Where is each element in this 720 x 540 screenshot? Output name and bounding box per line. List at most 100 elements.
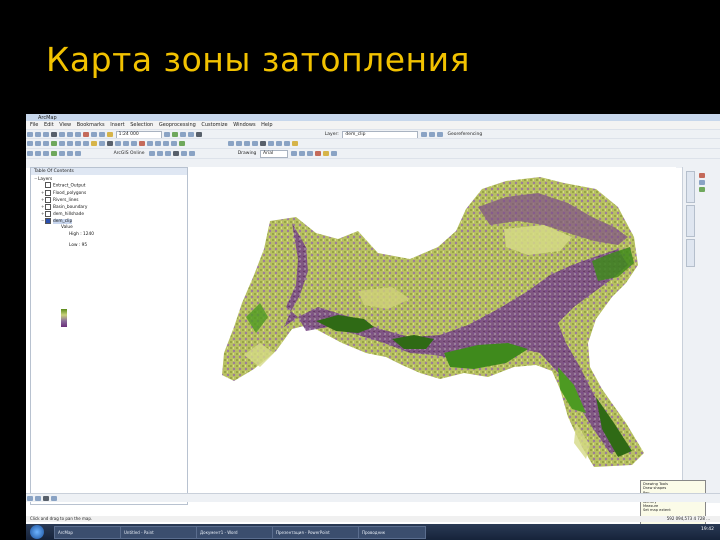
- toc-layer-item[interactable]: + Flood_polygons: [31, 189, 187, 196]
- fixed-zoom-out-icon[interactable]: [67, 141, 73, 146]
- toc-layer-item[interactable]: Extract_Output: [31, 182, 187, 189]
- menu-view[interactable]: View: [59, 121, 71, 129]
- font-color-icon[interactable]: [314, 151, 321, 156]
- raster-icon[interactable]: [51, 151, 57, 156]
- spatial-adjust-icon[interactable]: [27, 151, 33, 156]
- toc-layer-item[interactable]: + Basin_boundary: [31, 203, 187, 210]
- flicker-icon[interactable]: [181, 151, 188, 156]
- font-dropdown[interactable]: Arial: [260, 150, 289, 158]
- globe-icon[interactable]: [149, 151, 156, 156]
- editor-tool-icon[interactable]: [227, 141, 234, 146]
- sketch-properties-icon[interactable]: [283, 141, 290, 146]
- hyperlink-icon[interactable]: [123, 141, 129, 146]
- start-button[interactable]: [30, 525, 44, 539]
- taskbar-item[interactable]: ArcMap: [54, 526, 122, 539]
- menu-edit[interactable]: Edit: [44, 121, 54, 129]
- menu-insert[interactable]: Insert: [110, 121, 124, 129]
- close-icon[interactable]: [699, 173, 705, 178]
- menu-bookmarks[interactable]: Bookmarks: [77, 121, 105, 129]
- catalog-tab[interactable]: [686, 171, 695, 203]
- bold-icon[interactable]: [290, 151, 297, 156]
- identify-icon[interactable]: [115, 141, 121, 146]
- menu-geoprocessing[interactable]: Geoprocessing: [159, 121, 196, 129]
- pause-icon[interactable]: [51, 496, 57, 501]
- time-slider-icon[interactable]: [171, 141, 177, 146]
- pin-icon[interactable]: [699, 180, 705, 185]
- select-elements-icon[interactable]: [107, 141, 113, 146]
- taskbar-item[interactable]: Untitled - Paint: [120, 526, 198, 539]
- menu-file[interactable]: File: [30, 121, 38, 129]
- arctoolbox-icon[interactable]: [188, 132, 195, 137]
- clear-selection-icon[interactable]: [99, 141, 105, 146]
- expand-icon[interactable]: [699, 187, 705, 192]
- select-features-icon[interactable]: [91, 141, 97, 146]
- new-icon[interactable]: [27, 132, 33, 137]
- taskbar-item[interactable]: Документ1 - Word: [196, 526, 274, 539]
- paste-icon[interactable]: [75, 132, 81, 137]
- topology-icon[interactable]: [35, 151, 41, 156]
- layout-pan-icon[interactable]: [35, 496, 41, 501]
- split-icon[interactable]: [259, 141, 266, 146]
- arctoolbox-tab[interactable]: [686, 239, 695, 267]
- layer-checkbox[interactable]: [45, 182, 51, 188]
- rotate-icon[interactable]: [267, 141, 274, 146]
- layer-checkbox[interactable]: [45, 189, 51, 196]
- layout-refresh-icon[interactable]: [43, 496, 49, 501]
- fixed-zoom-in-icon[interactable]: [59, 141, 65, 146]
- layer-checkbox[interactable]: [45, 210, 51, 217]
- copy-icon[interactable]: [67, 132, 73, 137]
- add-data-icon[interactable]: [107, 132, 113, 137]
- pan-icon[interactable]: [43, 141, 49, 146]
- attributes-icon[interactable]: [275, 141, 282, 146]
- transparency-icon[interactable]: [436, 132, 443, 137]
- drawing-menu[interactable]: Drawing: [238, 149, 257, 158]
- toc-layer-item[interactable]: − dem_clip: [31, 217, 187, 224]
- effects-icon[interactable]: [189, 151, 196, 156]
- menu-customize[interactable]: Customize: [201, 121, 227, 129]
- underline-icon[interactable]: [306, 151, 313, 156]
- menu-help[interactable]: Help: [261, 121, 272, 129]
- toc-layers-root[interactable]: −Layers: [31, 175, 187, 182]
- open-icon[interactable]: [35, 132, 41, 137]
- search-tab[interactable]: [686, 205, 695, 237]
- print-icon[interactable]: [51, 132, 57, 137]
- go-to-xy-icon[interactable]: [163, 141, 169, 146]
- cut-polygon-icon[interactable]: [251, 141, 258, 146]
- layer-checkbox[interactable]: [45, 196, 51, 203]
- swipe-icon[interactable]: [173, 151, 180, 156]
- create-viewer-icon[interactable]: [179, 141, 185, 146]
- layout-zoom-icon[interactable]: [27, 496, 33, 501]
- advanced-edit-icon[interactable]: [43, 151, 49, 156]
- 3d-icon[interactable]: [165, 151, 172, 156]
- full-extent-icon[interactable]: [51, 141, 57, 146]
- toc-layer-item[interactable]: + Rivers_lines: [31, 196, 187, 203]
- route-icon[interactable]: [155, 141, 161, 146]
- data-frame-icon[interactable]: [67, 151, 73, 156]
- taskbar-item[interactable]: Презентация - PowerPoint: [272, 526, 360, 539]
- italic-icon[interactable]: [298, 151, 305, 156]
- zoom-out-icon[interactable]: [35, 141, 41, 146]
- bing-icon[interactable]: [157, 151, 164, 156]
- undo-icon[interactable]: [91, 132, 97, 137]
- basemap-label[interactable]: ArcGIS Online: [114, 149, 145, 158]
- taskbar-item[interactable]: Проводник: [358, 526, 426, 539]
- cut-icon[interactable]: [59, 132, 65, 137]
- redo-icon[interactable]: [99, 132, 105, 137]
- zoom-in-icon[interactable]: [27, 141, 33, 146]
- layout-icon[interactable]: [59, 151, 65, 156]
- line-color-icon[interactable]: [330, 151, 337, 156]
- brightness-icon[interactable]: [428, 132, 435, 137]
- toc-layer-item[interactable]: + dem_hillshade: [31, 210, 187, 217]
- menu-selection[interactable]: Selection: [130, 121, 153, 129]
- html-popup-icon[interactable]: [131, 141, 137, 146]
- fill-color-icon[interactable]: [322, 151, 329, 156]
- catalog-icon[interactable]: [172, 132, 179, 137]
- search-icon[interactable]: [180, 132, 187, 137]
- python-icon[interactable]: [196, 132, 203, 137]
- back-icon[interactable]: [75, 141, 81, 146]
- reshape-icon[interactable]: [243, 141, 250, 146]
- map-view[interactable]: [188, 167, 676, 503]
- contrast-icon[interactable]: [420, 132, 427, 137]
- measure-icon[interactable]: [139, 141, 145, 146]
- layer-checkbox[interactable]: [45, 203, 51, 210]
